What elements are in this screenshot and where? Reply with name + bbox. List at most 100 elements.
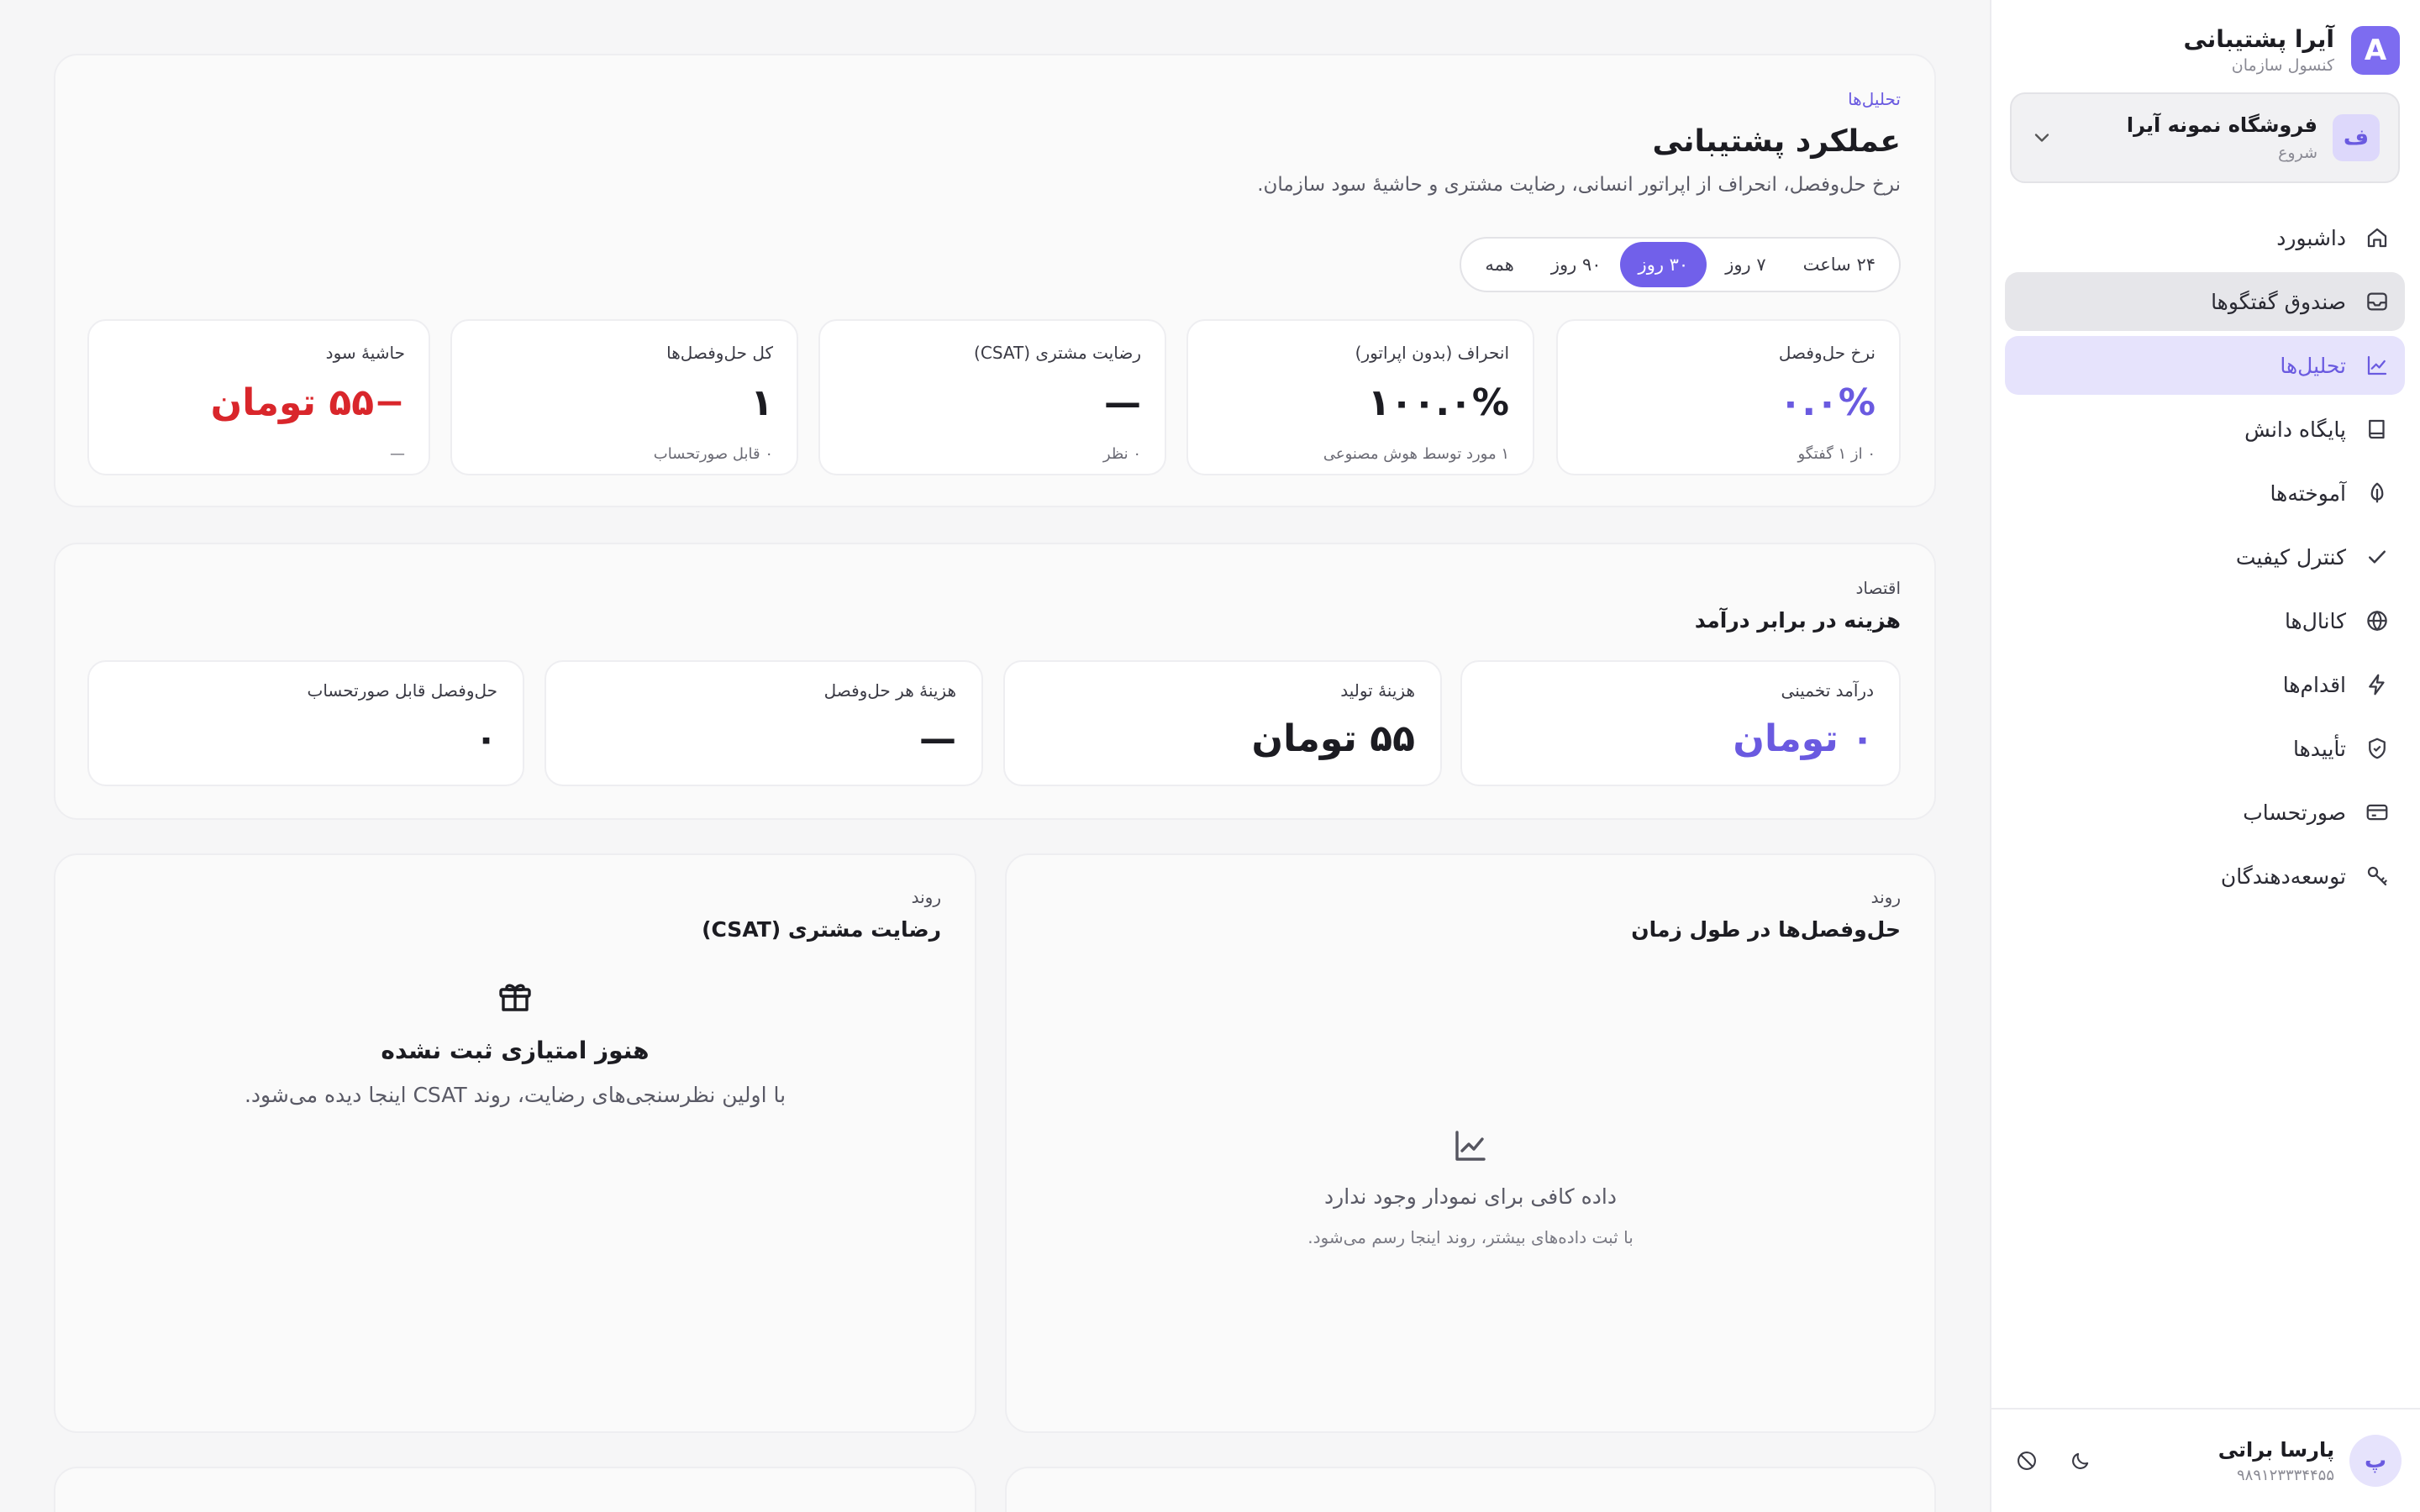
kpi-value: ۰.۰% (1779, 381, 1876, 424)
range-7d[interactable]: ۷ روز (1707, 242, 1784, 287)
sidebar-item-label: پایگاه دانش (2244, 417, 2346, 442)
org-name: فروشگاه نمونه آیرا (2126, 113, 2317, 137)
empty-text: با اولین نظرسنجی‌های رضایت، روند CSAT ای… (244, 1083, 786, 1107)
sidebar-item-label: توسعه‌دهندگان (2220, 864, 2346, 889)
sidebar-item-learnings[interactable]: آموخته‌ها (2005, 464, 2405, 522)
inbox-icon (2367, 292, 2387, 311)
sidebar-item-label: تحلیل‌ها (2280, 353, 2346, 378)
sidebar-item-analytics[interactable]: تحلیل‌ها (2005, 336, 2405, 395)
sidebar-item-inbox[interactable]: صندوق گفتگوها (2005, 272, 2405, 331)
book-icon (2369, 419, 2385, 439)
sidebar-item-billing[interactable]: صورتحساب (2005, 783, 2405, 842)
kpi-label: حل‌وفصل قابل صورتحساب (307, 680, 497, 701)
range-30d[interactable]: ۳۰ روز (1619, 242, 1707, 287)
org-plan: شروع (2278, 144, 2317, 162)
sidebar-nav: داشبورد صندوق گفتگوها تحلیل‌ها پایگاه دا… (2005, 208, 2405, 911)
resolutions-trend-card: روند حل‌وفصل‌ها در طول زمان داده کافی بر… (1005, 853, 1936, 1433)
sidebar-item-label: اقدام‌ها (2282, 672, 2346, 697)
kpi-sub: ۱ مورد توسط هوش مصنوعی (1323, 445, 1509, 463)
check-icon (2369, 550, 2386, 564)
brand-title: آیرا پشتیبانی (2183, 25, 2334, 53)
block-icon (2018, 1452, 2036, 1470)
avatar[interactable]: پ (2349, 1435, 2402, 1487)
kpi-total-resolutions: کل حل‌وفصل‌ها ۱ ۰ قابل صورتحساب (450, 319, 798, 475)
kpi-label: انحراف (بدون اپراتور) (1355, 343, 1509, 363)
trend-title: رضایت مشتری (CSAT) (702, 917, 941, 942)
kpi-deflection: انحراف (بدون اپراتور) ۱۰۰.۰% ۱ مورد توسط… (1186, 319, 1534, 475)
kpi-label: درآمد تخمینی (1781, 680, 1874, 701)
kpi-label: هزینهٔ تولید (1340, 680, 1415, 701)
sidebar-item-label: تأییدها (2292, 736, 2346, 761)
user-name: پارسا براتی (2217, 1437, 2334, 1462)
logout-button[interactable] (2010, 1444, 2044, 1478)
sidebar-item-channels[interactable]: کانال‌ها (2005, 591, 2405, 650)
brand[interactable]: A آیرا پشتیبانی کنسول سازمان (2183, 25, 2400, 75)
kpi-value: ۰ تومان (1733, 717, 1874, 760)
kpi-production-cost: هزینهٔ تولید ۵۵ تومان (1003, 660, 1442, 786)
bolt-icon (2369, 674, 2385, 696)
kpi-label: هزینهٔ هر حل‌وفصل (823, 680, 956, 701)
empty-title: هنوز امتیازی ثبت نشده (381, 1037, 650, 1064)
gift-icon (499, 984, 531, 1011)
partial-card (54, 1467, 976, 1512)
sidebar-item-knowledge-base[interactable]: پایگاه دانش (2005, 400, 2405, 459)
chart-icon (1455, 1131, 1486, 1161)
kpi-value: −۵۵ تومان (210, 381, 405, 424)
kpi-value: — (1104, 381, 1141, 424)
key-icon (2367, 866, 2387, 886)
sidebar-item-quality-control[interactable]: کنترل کیفیت (2005, 528, 2405, 586)
page-title: عملکرد پشتیبانی (1652, 124, 1901, 159)
shield-icon (2369, 738, 2386, 759)
time-range-selector: ۲۴ ساعت ۷ روز ۳۰ روز ۹۰ روز همه (1460, 237, 1901, 292)
brand-logo: A (2351, 25, 2400, 75)
performance-card: تحلیل‌ها عملکرد پشتیبانی نرخ حل‌وفصل، ان… (54, 54, 1936, 507)
trend-title: حل‌وفصل‌ها در طول زمان (1631, 917, 1901, 942)
kpi-csat: رضایت مشتری (CSAT) — ۰ نظر (818, 319, 1166, 475)
org-switcher[interactable]: ف فروشگاه نمونه آیرا شروع (2010, 92, 2400, 183)
kpi-resolution-rate: نرخ حل‌وفصل ۰.۰% ۰ از ۱ گفتگو (1556, 319, 1901, 475)
globe-icon (2367, 610, 2387, 632)
theme-toggle-button[interactable] (2064, 1444, 2097, 1478)
kpi-value: ۱ (750, 381, 773, 424)
kpi-sub: ۰ نظر (1102, 445, 1141, 463)
kpi-label: رضایت مشتری (CSAT) (974, 343, 1141, 363)
kpi-cost-per-resolution: هزینهٔ هر حل‌وفصل — (544, 660, 983, 786)
user-bar: پ پارسا براتی ۹۸۹۱۲۳۳۳۴۴۵۵ (1991, 1408, 2420, 1512)
sidebar-item-developers[interactable]: توسعه‌دهندگان (2005, 847, 2405, 906)
leaf-icon (2370, 482, 2384, 503)
chart-icon (2367, 355, 2387, 375)
partial-card (1005, 1467, 1936, 1512)
chevron-down-icon (2034, 134, 2049, 142)
sidebar-item-actions[interactable]: اقدام‌ها (2005, 655, 2405, 714)
empty-title: داده کافی برای نمودار وجود ندارد (1324, 1184, 1617, 1209)
sidebar-item-label: صندوق گفتگوها (2211, 289, 2346, 314)
kpi-label: حاشیهٔ سود (325, 343, 405, 363)
performance-eyebrow: تحلیل‌ها (1848, 89, 1901, 109)
kpi-label: نرخ حل‌وفصل (1778, 343, 1876, 363)
range-24h[interactable]: ۲۴ ساعت (1785, 242, 1894, 287)
kpi-value: ۰ (475, 717, 497, 760)
sidebar-item-label: صورتحساب (2243, 800, 2346, 825)
page-description: نرخ حل‌وفصل، انحراف از اپراتور انسانی، ر… (1257, 174, 1901, 196)
kpi-value: — (919, 717, 956, 760)
card-icon (2366, 804, 2388, 821)
csat-trend-card: روند رضایت مشتری (CSAT) هنوز امتیازی ثبت… (54, 853, 976, 1433)
empty-state: داده کافی برای نمودار وجود ندارد با ثبت … (1007, 1126, 1934, 1247)
range-90d[interactable]: ۹۰ روز (1533, 242, 1620, 287)
user-phone: ۹۸۹۱۲۳۳۳۴۴۵۵ (2236, 1466, 2334, 1484)
brand-subtitle: کنسول سازمان (2231, 56, 2334, 75)
empty-text: با ثبت داده‌های بیشتر، روند اینجا رسم می… (1307, 1227, 1634, 1247)
sidebar-item-dashboard[interactable]: داشبورد (2005, 208, 2405, 267)
sidebar: A آیرا پشتیبانی کنسول سازمان ف فروشگاه ن… (1990, 0, 2420, 1512)
sidebar-item-approvals[interactable]: تأییدها (2005, 719, 2405, 778)
trend-eyebrow: روند (911, 887, 941, 907)
kpi-billable-resolutions: حل‌وفصل قابل صورتحساب ۰ (87, 660, 524, 786)
kpi-profit-margin: حاشیهٔ سود −۵۵ تومان — (87, 319, 430, 475)
kpi-value: ۵۵ تومان (1251, 717, 1415, 760)
range-all[interactable]: همه (1466, 242, 1532, 287)
economics-title: هزینه در برابر درآمد (1694, 608, 1901, 633)
kpi-value: ۱۰۰.۰% (1367, 381, 1509, 424)
sidebar-item-label: کنترل کیفیت (2235, 544, 2346, 570)
sidebar-item-label: آموخته‌ها (2270, 480, 2346, 506)
kpi-label: کل حل‌وفصل‌ها (666, 343, 773, 363)
